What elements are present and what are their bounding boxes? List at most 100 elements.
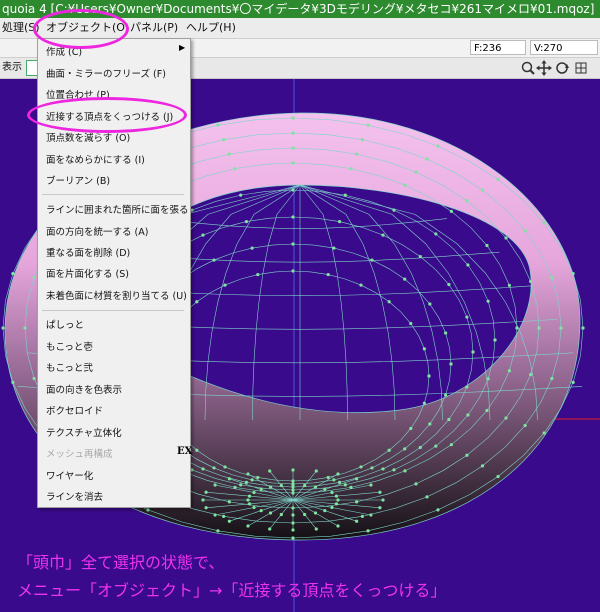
vertex-point bbox=[201, 467, 205, 471]
vertex-point bbox=[252, 490, 256, 495]
vertex-point bbox=[434, 232, 438, 236]
zoom-icon[interactable] bbox=[521, 61, 535, 75]
vertex-point bbox=[291, 488, 295, 492]
menu-item-boolean[interactable]: ブーリアン (B) bbox=[46, 173, 110, 187]
menu-item-unify-normals[interactable]: 面の方向を統一する (A) bbox=[46, 224, 148, 238]
vertex-point bbox=[366, 529, 370, 533]
vertex-point bbox=[291, 506, 295, 510]
menu-item-freeze[interactable]: 曲面・ミラーのフリーズ (F) bbox=[46, 66, 166, 80]
menu-item-delete-overlap[interactable]: 重なる面を削除 (D) bbox=[46, 245, 130, 259]
vertex-point bbox=[504, 236, 508, 240]
menu-item-single-side[interactable]: 面を片面化する (S) bbox=[46, 266, 129, 280]
vertex-point bbox=[571, 380, 575, 384]
vertex-point bbox=[303, 512, 307, 517]
vertex-point bbox=[246, 472, 250, 476]
vertex-point bbox=[336, 472, 340, 476]
menu-item-assign-material[interactable]: 未着色面に材質を割り当てる (U) bbox=[46, 288, 187, 302]
vertex-point bbox=[227, 477, 231, 481]
menu-item-wireframe[interactable]: ワイヤー化 bbox=[46, 468, 93, 482]
vertex-point bbox=[336, 498, 340, 502]
vertex-point bbox=[222, 514, 226, 518]
vertex-point bbox=[381, 498, 385, 502]
vertex-point bbox=[268, 527, 272, 531]
vertex-point bbox=[496, 177, 500, 182]
menu-item-pashitto[interactable]: ぱしっと bbox=[46, 317, 84, 331]
vertex-point bbox=[246, 524, 250, 528]
menu-item-mokotto-2[interactable]: もこっと弐 bbox=[46, 360, 93, 374]
vertex-point bbox=[428, 422, 432, 426]
vertex-point bbox=[571, 272, 575, 276]
vertex-point bbox=[480, 188, 485, 192]
vertex-point bbox=[523, 228, 527, 233]
menu-help[interactable]: ヘルプ(H) bbox=[186, 18, 236, 38]
menu-item-mokotto-1[interactable]: もこっと壱 bbox=[46, 339, 93, 353]
vertex-point bbox=[195, 448, 199, 452]
vertex-point bbox=[247, 494, 252, 498]
menu-item-fill-lines[interactable]: ラインに囲まれた箇所に面を張る bbox=[46, 202, 189, 216]
vertex-point bbox=[330, 490, 334, 495]
menu-item-face-direction-color[interactable]: 面の向きを色表示 bbox=[46, 382, 122, 396]
vertex-point bbox=[204, 490, 208, 494]
vertex-point bbox=[366, 123, 370, 127]
vertex-point bbox=[291, 161, 295, 165]
vertex-point bbox=[32, 275, 36, 280]
vertex-point bbox=[201, 233, 205, 237]
vertex-point bbox=[291, 536, 295, 540]
vertex-point bbox=[259, 509, 263, 513]
vertex-point bbox=[204, 506, 208, 510]
rotate-icon[interactable] bbox=[556, 62, 569, 74]
wire-line bbox=[252, 184, 301, 421]
vertex-point bbox=[291, 521, 295, 525]
vertex-point bbox=[227, 500, 231, 504]
vertex-point bbox=[291, 188, 295, 192]
vertex-point bbox=[392, 208, 396, 212]
vertex-point bbox=[239, 193, 243, 197]
move-icon[interactable] bbox=[536, 60, 552, 76]
menu-item-voxeloid[interactable]: ボクセロイド bbox=[46, 403, 103, 417]
vertex-point bbox=[146, 508, 150, 512]
display-mode-label[interactable]: 表示 bbox=[0, 58, 22, 78]
vertex-point bbox=[422, 401, 426, 405]
vertex-point bbox=[355, 152, 359, 156]
menu-item-texture-solid[interactable]: テクスチャ立体化 bbox=[46, 425, 122, 439]
vertex-point bbox=[486, 377, 490, 381]
vertex-point bbox=[449, 443, 453, 447]
vertex-point bbox=[449, 362, 453, 366]
vertex-point bbox=[330, 505, 334, 510]
menu-item-smooth[interactable]: 面をなめらかにする (I) bbox=[46, 152, 145, 166]
vertex-point bbox=[422, 347, 426, 351]
menu-separator bbox=[42, 310, 184, 311]
vertex-point bbox=[252, 505, 256, 510]
menu-item-remesh: メッシュ再構成 bbox=[46, 449, 113, 460]
vertex-point bbox=[349, 485, 353, 489]
menu-panel[interactable]: パネル(P) bbox=[130, 18, 178, 38]
vertex-point bbox=[369, 513, 373, 517]
wire-line bbox=[299, 184, 443, 421]
vertex-point bbox=[550, 376, 554, 381]
vertex-point bbox=[496, 474, 500, 479]
vertex-point bbox=[212, 258, 216, 262]
view-grid-icon[interactable] bbox=[575, 62, 587, 74]
wire-line bbox=[299, 184, 396, 421]
vertex-point bbox=[370, 466, 374, 470]
vertex-point bbox=[515, 326, 519, 330]
vertex-point bbox=[332, 246, 336, 250]
vertex-point bbox=[403, 447, 407, 451]
vertex-point bbox=[239, 483, 243, 487]
vertex-point bbox=[403, 277, 407, 281]
vertex-point bbox=[268, 485, 273, 489]
vertex-point bbox=[485, 243, 489, 248]
vertex-point bbox=[369, 483, 373, 487]
vertex-point bbox=[201, 498, 205, 502]
vertex-point bbox=[436, 508, 440, 512]
vertex-point bbox=[537, 326, 541, 330]
vertex-point bbox=[314, 527, 318, 531]
vertex-point bbox=[409, 321, 413, 326]
vertex-point bbox=[337, 220, 342, 224]
vertex-point bbox=[542, 431, 546, 435]
vertex-point bbox=[259, 487, 263, 491]
vertex-point bbox=[542, 221, 546, 225]
vertex-point bbox=[466, 263, 470, 267]
menu-item-erase-lines[interactable]: ラインを消去 bbox=[46, 489, 103, 503]
vertex-point bbox=[291, 491, 295, 495]
